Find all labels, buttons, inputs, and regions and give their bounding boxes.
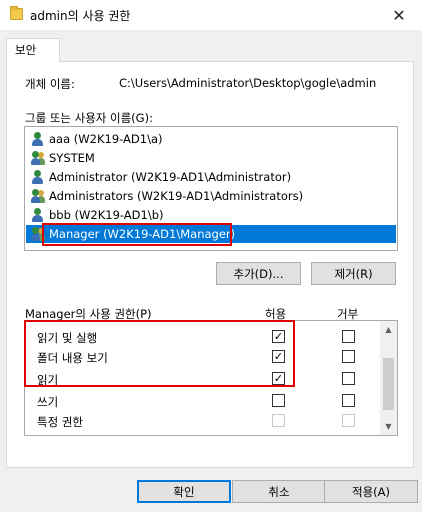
list-item-selected[interactable]: Manager (W2K19-AD1\Manager) xyxy=(26,225,396,243)
title-bar: admin의 사용 권한 ✕ xyxy=(0,0,422,30)
deny-checkbox[interactable] xyxy=(342,350,355,363)
close-button[interactable]: ✕ xyxy=(376,0,422,30)
scroll-thumb[interactable] xyxy=(383,358,394,410)
window-title: admin의 사용 권한 xyxy=(30,9,131,23)
list-item[interactable]: bbb (W2K19-AD1\b) xyxy=(26,206,396,224)
permission-row: 쓰기 xyxy=(25,391,380,411)
deny-checkbox[interactable] xyxy=(342,330,355,343)
list-item[interactable]: aaa (W2K19-AD1\a) xyxy=(26,130,396,148)
permission-name: 폴더 내용 보기 xyxy=(37,351,108,365)
group-icon xyxy=(31,151,45,165)
permission-name: 특정 권한 xyxy=(37,415,83,429)
scroll-up-icon[interactable]: ▲ xyxy=(380,321,397,338)
list-item-label: Manager (W2K19-AD1\Manager) xyxy=(49,227,236,241)
permission-name: 쓰기 xyxy=(37,395,59,409)
allow-checkbox[interactable]: ✓ xyxy=(272,372,285,385)
list-item-label: SYSTEM xyxy=(49,151,95,165)
allow-checkbox[interactable]: ✓ xyxy=(272,330,285,343)
cancel-button[interactable]: 취소 xyxy=(232,480,326,503)
deny-checkbox[interactable] xyxy=(342,372,355,385)
deny-checkbox xyxy=(342,414,355,427)
permissions-list: 읽기 및 실행 ✓ 폴더 내용 보기 ✓ 읽기 ✓ 쓰기 특정 권한 ▲ ▼ xyxy=(24,320,398,436)
tab-security[interactable]: 보안 xyxy=(6,38,60,62)
add-button[interactable]: 추가(D)... xyxy=(216,262,301,285)
permission-row: 읽기 및 실행 ✓ xyxy=(25,327,380,347)
remove-button[interactable]: 제거(R) xyxy=(311,262,396,285)
folder-icon xyxy=(10,6,23,20)
user-icon xyxy=(31,208,45,222)
apply-button[interactable]: 적용(A) xyxy=(324,480,418,503)
user-icon xyxy=(31,170,45,184)
list-item-label: bbb (W2K19-AD1\b) xyxy=(49,208,164,222)
allow-checkbox[interactable] xyxy=(272,394,285,407)
user-icon xyxy=(31,132,45,146)
permission-row: 읽기 ✓ xyxy=(25,369,380,389)
permission-row: 특정 권한 xyxy=(25,411,380,431)
deny-checkbox[interactable] xyxy=(342,394,355,407)
list-item[interactable]: SYSTEM xyxy=(26,149,396,167)
ok-button[interactable]: 확인 xyxy=(137,480,231,503)
groups-label: 그룹 또는 사용자 이름(G): xyxy=(25,111,153,125)
allow-checkbox[interactable]: ✓ xyxy=(272,350,285,363)
scroll-down-icon[interactable]: ▼ xyxy=(380,418,397,435)
list-item[interactable]: Administrators (W2K19-AD1\Administrators… xyxy=(26,187,396,205)
permission-name: 읽기 xyxy=(37,373,59,387)
list-item-label: Administrator (W2K19-AD1\Administrator) xyxy=(49,170,292,184)
allow-checkbox xyxy=(272,414,285,427)
group-icon xyxy=(31,227,45,241)
list-item-label: aaa (W2K19-AD1\a) xyxy=(49,132,163,146)
permission-row: 폴더 내용 보기 ✓ xyxy=(25,347,380,367)
object-name-label: 개체 이름: xyxy=(25,77,75,91)
list-item-label: Administrators (W2K19-AD1\Administrators… xyxy=(49,189,304,203)
groups-listbox[interactable]: aaa (W2K19-AD1\a) SYSTEM Administrator (… xyxy=(24,126,398,251)
group-icon xyxy=(31,189,45,203)
list-item[interactable]: Administrator (W2K19-AD1\Administrator) xyxy=(26,168,396,186)
object-name-value: C:\Users\Administrator\Desktop\gogle\adm… xyxy=(119,76,377,90)
scrollbar[interactable]: ▲ ▼ xyxy=(380,321,397,435)
permission-name: 읽기 및 실행 xyxy=(37,331,98,345)
